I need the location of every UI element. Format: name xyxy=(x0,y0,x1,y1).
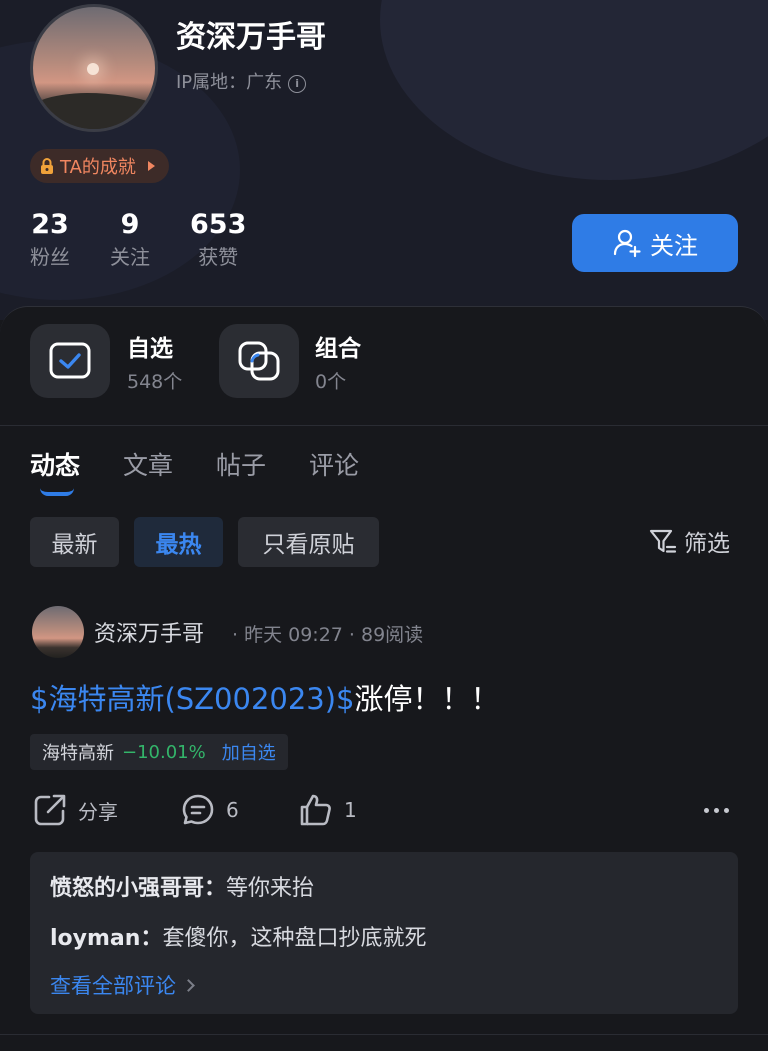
view-all-label: 查看全部评论 xyxy=(50,974,176,998)
chip-original-only[interactable]: 只看原贴 xyxy=(238,517,379,567)
comment-item: 愤怒的小强哥哥：等你来抬 xyxy=(50,870,314,902)
comment-count: 6 xyxy=(226,798,239,822)
stat-value: 9 xyxy=(120,209,140,240)
more-dot xyxy=(704,808,709,813)
stat-value: 23 xyxy=(31,209,69,240)
stat-label: 关注 xyxy=(110,245,150,269)
like-count: 1 xyxy=(344,798,357,822)
ip-location-text: IP属地：广东 xyxy=(176,72,283,93)
header-decoration xyxy=(380,0,768,180)
achievement-badge[interactable]: TA的成就 xyxy=(30,149,169,183)
portfolio-button[interactable] xyxy=(219,324,299,398)
post-meta: · 昨天 09:27 · 89阅读 xyxy=(232,624,424,646)
stat-likes[interactable]: 653 获赞 xyxy=(190,208,246,272)
stat-following[interactable]: 9 关注 xyxy=(110,208,150,272)
comment-text: 等你来抬 xyxy=(226,876,315,901)
view-all-comments-link[interactable]: 查看全部评论 xyxy=(50,970,195,1000)
comment-preview[interactable]: 愤怒的小强哥哥：等你来抬 loyman：套傻你，这种盘口抄底就死 查看全部评论 xyxy=(30,852,738,1014)
chip-hottest[interactable]: 最热 xyxy=(134,517,223,567)
watchlist-count: 548个 xyxy=(127,371,183,393)
stat-label: 获赞 xyxy=(198,245,239,269)
stock-change: −10.01% xyxy=(122,741,206,763)
watchlist-title: 自选 xyxy=(127,336,173,362)
comment-icon xyxy=(182,794,214,825)
comment-button[interactable]: 6 xyxy=(180,792,239,828)
tab-posts[interactable]: 帖子 xyxy=(216,446,266,482)
chip-latest[interactable]: 最新 xyxy=(30,517,119,567)
stock-name: 海特高新 xyxy=(42,743,114,764)
portfolio-icon xyxy=(238,341,280,381)
tab-dynamics[interactable]: 动态 xyxy=(30,446,80,482)
portfolio-count: 0个 xyxy=(315,371,347,393)
share-button[interactable]: 分享 xyxy=(32,792,118,828)
achievement-label: TA的成就 xyxy=(60,157,136,178)
stock-card[interactable]: 海特高新 −10.01% 加自选 xyxy=(30,734,288,770)
comment-item: loyman：套傻你，这种盘口抄底就死 xyxy=(50,920,426,952)
chevron-right-icon xyxy=(147,161,155,171)
share-icon xyxy=(34,794,66,826)
info-icon[interactable]: i xyxy=(288,75,307,93)
stat-fans[interactable]: 23 粉丝 xyxy=(30,208,70,272)
add-watchlist-link[interactable]: 加自选 xyxy=(222,739,276,765)
post-avatar[interactable] xyxy=(32,606,84,658)
more-icon[interactable] xyxy=(704,808,729,813)
lock-icon xyxy=(38,157,56,175)
tab-articles[interactable]: 文章 xyxy=(123,446,173,482)
tab-comments[interactable]: 评论 xyxy=(309,446,359,482)
post-body[interactable]: $海特高新(SZ002023)$涨停！！！ xyxy=(30,676,500,718)
follow-label: 关注 xyxy=(650,231,698,260)
profile-stats: 23 粉丝 9 关注 653 获赞 xyxy=(30,208,286,272)
tab-indicator xyxy=(40,488,74,496)
post-text: 涨停！！！ xyxy=(354,682,500,716)
chevron-right-icon xyxy=(182,979,195,992)
watchlist-button[interactable] xyxy=(30,324,110,398)
share-label: 分享 xyxy=(78,799,118,824)
thumbs-up-icon xyxy=(300,794,331,826)
comment-author[interactable]: 愤怒的小强哥哥： xyxy=(50,876,226,901)
ip-location: IP属地：广东 i xyxy=(176,68,307,94)
divider xyxy=(0,1034,768,1035)
filter-label: 筛选 xyxy=(684,531,730,557)
profile-name: 资深万手哥 xyxy=(176,20,326,55)
post-author[interactable]: 资深万手哥 xyxy=(94,616,204,648)
stat-value: 653 xyxy=(190,209,247,240)
filter-button[interactable]: 筛选 xyxy=(648,524,730,558)
like-button[interactable]: 1 xyxy=(298,792,357,828)
avatar-hill xyxy=(33,93,155,129)
follow-button[interactable]: 关注 xyxy=(572,214,738,272)
stock-link[interactable]: $海特高新(SZ002023)$ xyxy=(30,682,355,716)
stat-label: 粉丝 xyxy=(30,245,70,269)
avatar[interactable] xyxy=(30,4,158,132)
more-dot xyxy=(714,808,719,813)
more-dot xyxy=(724,808,729,813)
checkbox-icon xyxy=(49,342,91,379)
divider xyxy=(0,425,768,426)
filter-icon xyxy=(649,529,677,553)
comment-text: 套傻你，这种盘口抄底就死 xyxy=(162,926,427,951)
add-user-icon xyxy=(613,229,641,258)
avatar-sun xyxy=(87,63,99,75)
portfolio-title: 组合 xyxy=(315,336,361,362)
comment-author[interactable]: loyman： xyxy=(50,926,162,951)
